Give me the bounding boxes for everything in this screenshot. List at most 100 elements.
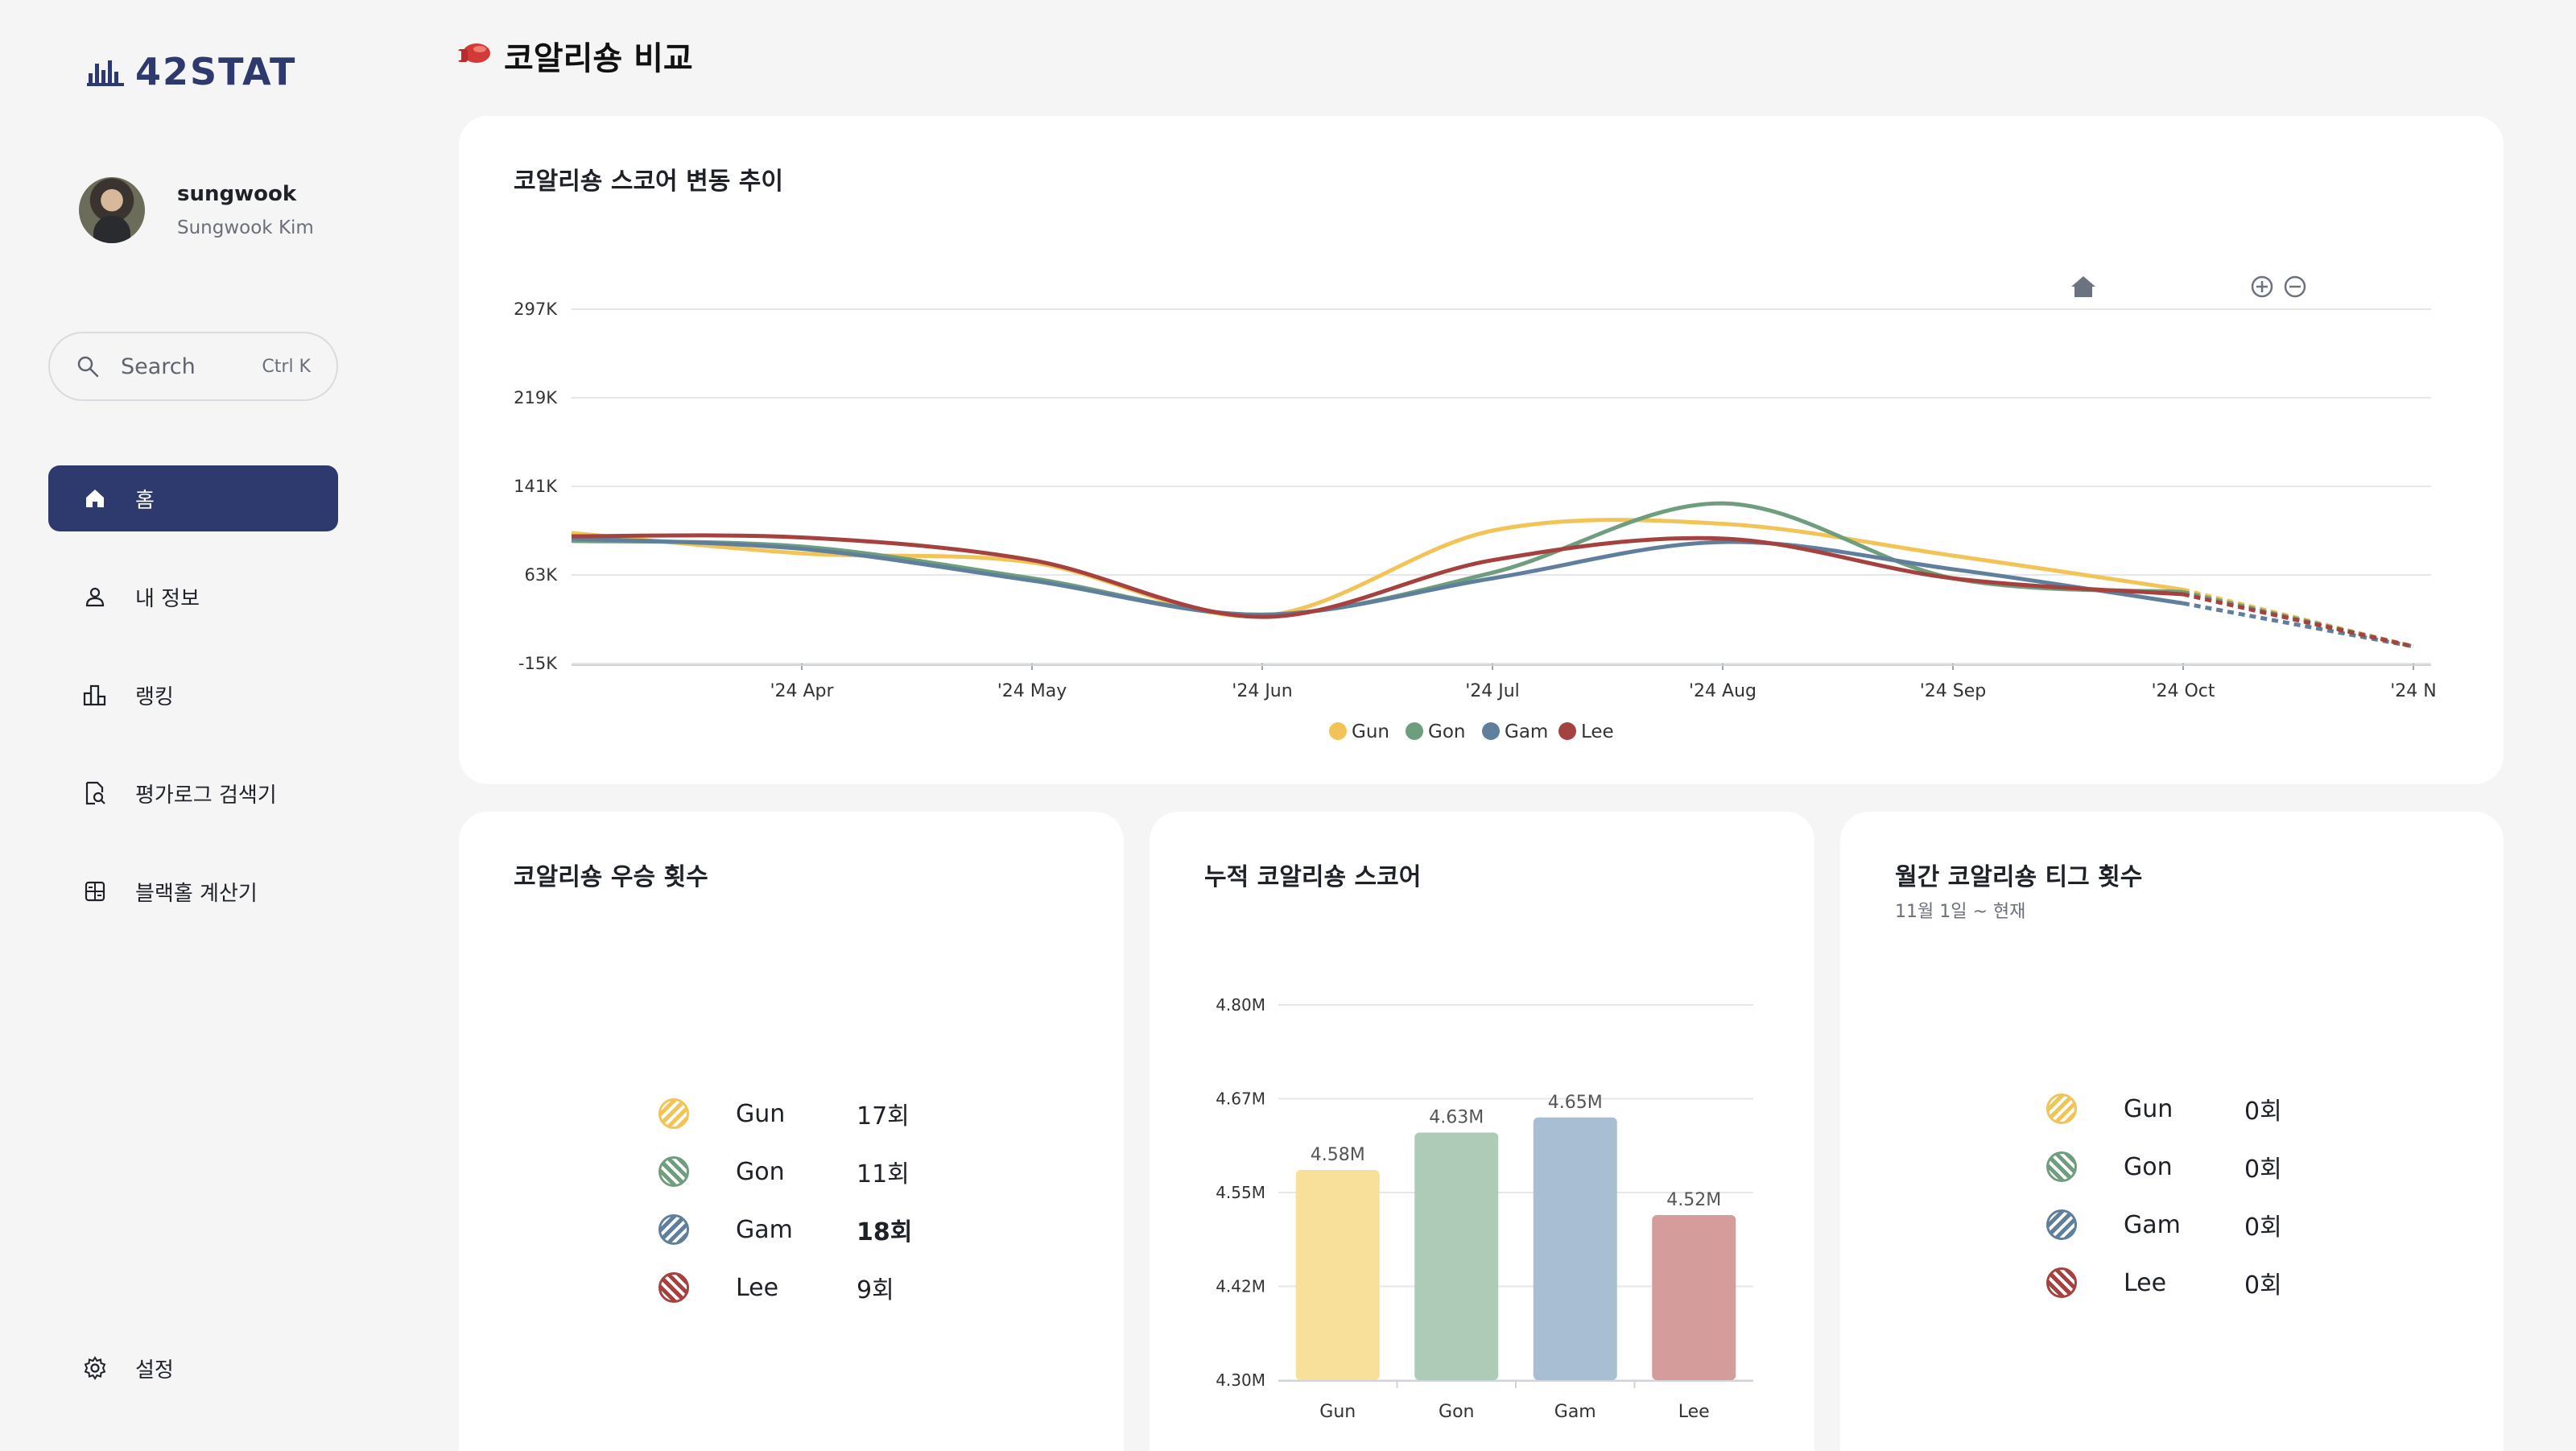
- sidebar-item-home[interactable]: 홈: [48, 465, 338, 531]
- brand-name: 42STAT: [135, 50, 297, 93]
- legend-item-gon: Gon: [1406, 721, 1465, 742]
- tig-card-subtitle: 11월 1일 ~ 현재: [1895, 902, 2026, 922]
- sidebar-item-calculator[interactable]: 블랙홀 계산기: [48, 858, 338, 924]
- win-count: 17회: [857, 1102, 910, 1131]
- lee-pattern-icon: [658, 1272, 689, 1303]
- tig-list: Gun 0회 Gon 0회 Gam 0회 Lee 0회: [2046, 1080, 2341, 1312]
- sidebar-item-ranking[interactable]: 랭킹: [48, 662, 338, 728]
- legend-label: Gun: [1352, 721, 1389, 742]
- gun-pattern-icon: [2046, 1093, 2077, 1124]
- home-icon: [82, 486, 108, 511]
- gon-pattern-icon: [658, 1156, 689, 1187]
- series-projection-lee: [2182, 592, 2414, 649]
- sidebar-item-log-search[interactable]: 평가로그 검색기: [48, 760, 338, 826]
- settings-label: 설정: [135, 1358, 174, 1383]
- sidebar-item-label: 평가로그 검색기: [135, 783, 277, 808]
- sidebar: 42STAT sungwook Sungwook Kim Search Ctrl…: [0, 0, 386, 1451]
- list-item: Gam 0회: [2046, 1196, 2341, 1254]
- x-tick-label: Gon: [1439, 1402, 1474, 1422]
- x-tick-label: '24 Jun: [1232, 681, 1292, 701]
- bar-data-label: 4.52M: [1666, 1190, 1721, 1210]
- list-item: Gun 0회: [2046, 1080, 2341, 1138]
- tig-count: 0회: [2244, 1098, 2282, 1126]
- tig-count: 0회: [2244, 1155, 2282, 1184]
- y-tick-label: 4.80M: [1216, 995, 1265, 1015]
- list-item: Gon 0회: [2046, 1138, 2341, 1196]
- user-profile[interactable]: sungwook Sungwook Kim: [79, 177, 314, 243]
- x-tick-label: '24 Jul: [1465, 681, 1520, 701]
- score-trend-chart[interactable]: 297K 219K 141K 63K -15K '24 Apr '24 May '24 Ju…: [459, 116, 2504, 784]
- bar-gon: [1414, 1132, 1499, 1380]
- gun-pattern-icon: [658, 1098, 689, 1129]
- wins-list: Gun 17회 Gon 11회 Gam 18회 Lee 9회: [658, 1085, 953, 1317]
- y-tick-label: -15K: [518, 654, 558, 673]
- sidebar-item-label: 랭킹: [135, 684, 174, 709]
- x-tick-label: '24 May: [997, 681, 1067, 701]
- series-line-gon: [571, 501, 2184, 617]
- win-count: 9회: [857, 1276, 894, 1304]
- bar-chart-logo-icon: [87, 60, 124, 86]
- y-tick-label: 4.30M: [1216, 1370, 1265, 1390]
- brand-logo[interactable]: 42STAT: [87, 50, 296, 93]
- legend-label: Gon: [1428, 721, 1465, 742]
- profile-username: sungwook: [177, 182, 297, 206]
- player-name: Gon: [736, 1157, 785, 1186]
- sidebar-item-settings[interactable]: 설정: [48, 1335, 338, 1401]
- gam-pattern-icon: [2046, 1209, 2077, 1240]
- legend-label: Lee: [1581, 721, 1614, 742]
- search-box[interactable]: Search Ctrl K: [48, 332, 338, 401]
- sidebar-item-my-info[interactable]: 내 정보: [48, 564, 338, 630]
- y-tick-label: 63K: [525, 565, 559, 585]
- gear-icon: [82, 1355, 108, 1381]
- win-count: 11회: [857, 1160, 910, 1188]
- gon-pattern-icon: [2046, 1151, 2077, 1182]
- bar-lee: [1652, 1214, 1736, 1380]
- zoom-in-icon[interactable]: [2251, 275, 2273, 298]
- trend-card: 코알리숑 스코어 변동 추이 297K 219K 141K 63K -15K '24 A…: [459, 116, 2504, 784]
- legend-item-lee: Lee: [1558, 721, 1614, 742]
- avatar: [79, 177, 145, 243]
- legend-item-gam: Gam: [1482, 721, 1548, 742]
- player-name: Gam: [736, 1215, 793, 1244]
- y-tick-label: 4.55M: [1216, 1183, 1265, 1202]
- player-name: Gam: [2124, 1210, 2181, 1239]
- legend-marker: [1406, 722, 1423, 740]
- player-name: Gun: [736, 1099, 786, 1128]
- cumulative-score-chart[interactable]: 4.80M 4.67M 4.55M 4.42M 4.30M 4.58M 4.63M 4.65…: [1150, 812, 1814, 1451]
- score-card: 누적 코알리숑 스코어 4.80M 4.67M 4.55M 4.42M 4.30M 4.…: [1150, 812, 1814, 1451]
- legend-marker: [1558, 722, 1576, 740]
- player-name: Gon: [2124, 1152, 2173, 1181]
- list-item: Lee 9회: [658, 1259, 953, 1317]
- sidebar-item-label: 홈: [135, 488, 155, 513]
- lee-pattern-icon: [2046, 1267, 2077, 1298]
- legend-marker: [1329, 722, 1347, 740]
- list-item: Gam 18회: [658, 1201, 953, 1259]
- y-tick-label: 4.67M: [1216, 1089, 1265, 1109]
- legend-marker: [1482, 722, 1500, 740]
- x-tick-label: Lee: [1678, 1402, 1710, 1422]
- list-item: Gun 17회: [658, 1085, 953, 1143]
- user-icon: [82, 584, 108, 610]
- list-item: Lee 0회: [2046, 1254, 2341, 1312]
- bar-data-label: 4.65M: [1548, 1093, 1603, 1113]
- tig-count: 0회: [2244, 1213, 2282, 1242]
- tig-card-title: 월간 코알리숑 티그 횟수: [1895, 863, 2143, 891]
- x-tick-label: '24 Aug: [1689, 681, 1757, 701]
- player-name: Lee: [736, 1273, 779, 1302]
- y-tick-label: 297K: [514, 300, 558, 319]
- zoom-out-icon[interactable]: [2284, 275, 2306, 298]
- x-tick-label: '24 Apr: [770, 681, 834, 701]
- player-name: Gun: [2124, 1094, 2174, 1123]
- y-tick-label: 141K: [514, 477, 558, 496]
- list-item: Gon 11회: [658, 1143, 953, 1201]
- x-tick-label: Gun: [1319, 1402, 1356, 1422]
- search-label: Search: [121, 353, 196, 379]
- bar-gun: [1295, 1170, 1380, 1380]
- reset-zoom-home-icon[interactable]: [2071, 276, 2095, 297]
- sidebar-item-label: 내 정보: [135, 586, 200, 611]
- log-search-icon: [82, 780, 108, 806]
- search-icon: [77, 356, 99, 378]
- page-title: 코알리숑 비교: [456, 32, 693, 79]
- player-name: Lee: [2124, 1268, 2167, 1297]
- x-tick-label: '24 Oct: [2151, 681, 2215, 701]
